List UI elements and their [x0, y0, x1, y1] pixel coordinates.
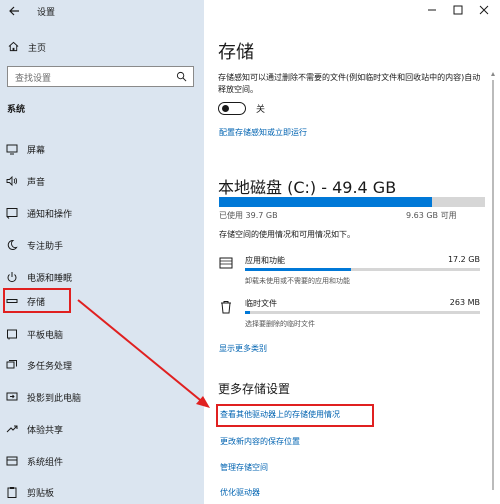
- share-icon: [6, 425, 18, 433]
- sidebar-item-notifications[interactable]: 通知和操作: [0, 201, 204, 225]
- monitor-icon: [6, 144, 18, 155]
- configure-storage-sense-link[interactable]: 配置存储感知或立即运行: [219, 127, 307, 138]
- search-input[interactable]: 查找设置: [7, 66, 194, 87]
- category-temp-name[interactable]: 临时文件: [245, 298, 277, 309]
- category-temp-desc: 选择要删除的临时文件: [245, 320, 315, 328]
- other-drives-highlight-box: [216, 404, 374, 427]
- sidebar-item-power[interactable]: 电源和睡眠: [0, 265, 204, 289]
- components-icon: [6, 456, 18, 466]
- sidebar-item-focus-assist[interactable]: 专注助手: [0, 233, 204, 257]
- toggle-state-label: 关: [256, 105, 266, 115]
- sidebar-item-label: 专注助手: [27, 242, 64, 252]
- sidebar-item-system-components[interactable]: 系统组件: [0, 449, 204, 473]
- multitask-icon: [6, 360, 17, 369]
- sidebar-item-sound[interactable]: 声音: [0, 169, 204, 193]
- sidebar-item-label: 声音: [27, 178, 46, 188]
- change-save-location-link[interactable]: 更改新内容的保存位置: [220, 436, 300, 447]
- scrollbar[interactable]: [490, 70, 496, 500]
- optimize-drives-link[interactable]: 优化驱动器: [220, 487, 260, 498]
- more-storage-settings-title: 更多存储设置: [218, 382, 291, 396]
- category-apps-size: 17.2 GB: [447, 255, 480, 264]
- sidebar-item-multitasking[interactable]: 多任务处理: [0, 353, 204, 377]
- free-space-label: 9.63 GB 可用: [406, 211, 457, 220]
- sidebar-item-label: 平板电脑: [27, 331, 64, 341]
- app-title: 设置: [37, 8, 56, 18]
- sidebar-item-projecting[interactable]: 投影到此电脑: [0, 385, 204, 409]
- drive-usage-fill: [219, 197, 432, 207]
- sidebar-item-label: 屏幕: [27, 146, 46, 156]
- trash-icon: [221, 301, 231, 314]
- page-title: 存储: [218, 42, 254, 63]
- close-icon[interactable]: [477, 4, 491, 16]
- used-space-label: 已使用 39.7 GB: [219, 211, 278, 220]
- maximize-icon[interactable]: [451, 4, 465, 16]
- storage-highlight-box: [3, 288, 71, 313]
- sidebar-item-clipboard[interactable]: 剪贴板: [0, 480, 204, 504]
- sidebar-item-label: 投影到此电脑: [27, 394, 82, 404]
- power-icon: [7, 272, 17, 283]
- sidebar-item-display[interactable]: 屏幕: [0, 137, 204, 161]
- storage-sense-description: 存储感知可以通过删除不需要的文件(例如临时文件和回收站中的内容)自动释放空间。: [218, 73, 481, 94]
- back-arrow-icon[interactable]: [8, 5, 20, 17]
- category-apps-fill: [245, 268, 351, 271]
- sidebar-item-tablet[interactable]: 平板电脑: [0, 322, 204, 346]
- apps-icon: [219, 257, 233, 269]
- drive-title: 本地磁盘 (C:) - 49.4 GB: [218, 178, 397, 197]
- category-temp-fill: [245, 311, 250, 314]
- search-placeholder: 查找设置: [15, 74, 52, 84]
- sidebar: 设置 主页 查找设置 系统 屏幕 声音 通知和操作 专注助手 电源和睡眠 存储 …: [0, 0, 204, 504]
- sidebar-item-label: 剪贴板: [27, 489, 55, 499]
- category-apps-name[interactable]: 应用和功能: [245, 255, 285, 266]
- sidebar-item-label: 电源和睡眠: [27, 274, 73, 284]
- sidebar-item-label: 体验共享: [27, 426, 64, 436]
- sidebar-item-label: 系统组件: [27, 458, 64, 468]
- sidebar-item-label: 通知和操作: [27, 210, 73, 220]
- home-icon: [8, 41, 19, 52]
- category-apps-bar: [245, 268, 480, 271]
- moon-icon: [7, 239, 18, 250]
- category-temp-bar: [245, 311, 480, 314]
- drive-usage-bar: [219, 197, 485, 207]
- section-label: 系统: [7, 105, 26, 115]
- storage-sense-toggle[interactable]: [218, 102, 246, 115]
- tablet-icon: [7, 329, 17, 340]
- usage-description: 存储空间的使用情况和可用情况如下。: [219, 230, 355, 239]
- project-icon: [6, 392, 18, 401]
- clipboard-icon: [7, 487, 17, 498]
- category-apps-desc: 卸载未使用或不需要的应用和功能: [245, 277, 350, 285]
- search-icon[interactable]: [176, 71, 187, 82]
- notification-icon: [6, 208, 18, 219]
- sidebar-item-label: 多任务处理: [27, 362, 73, 372]
- home-link[interactable]: 主页: [28, 41, 46, 54]
- speaker-icon: [6, 175, 18, 187]
- minimize-icon[interactable]: [425, 4, 439, 16]
- toggle-knob: [222, 105, 229, 112]
- category-temp-size: 263 MB: [449, 298, 480, 307]
- manage-storage-spaces-link[interactable]: 管理存储空间: [220, 462, 268, 473]
- title-bar: 设置: [0, 0, 204, 22]
- sidebar-item-shared-experiences[interactable]: 体验共享: [0, 417, 204, 441]
- show-more-categories-link[interactable]: 显示更多类别: [219, 343, 267, 354]
